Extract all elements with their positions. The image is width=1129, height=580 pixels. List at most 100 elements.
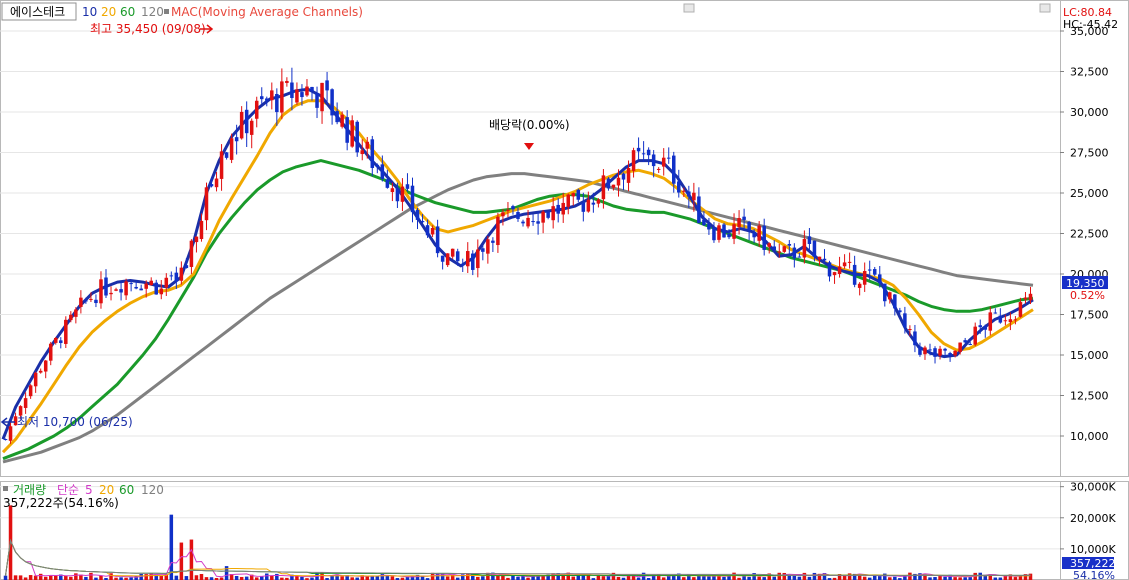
- candle-body: [692, 192, 696, 201]
- candle-body: [928, 349, 932, 351]
- candle-body: [511, 206, 515, 210]
- candle-body: [888, 292, 892, 300]
- volume-bar: [511, 575, 515, 580]
- volume-bar: [189, 539, 194, 580]
- candle-body: [541, 211, 545, 223]
- candle-body: [199, 220, 204, 240]
- candle-body: [179, 267, 184, 281]
- vol-ma5-legend: 5: [85, 483, 93, 497]
- candle-body: [526, 217, 530, 227]
- volume-bar: [194, 575, 199, 580]
- candle-body: [531, 221, 535, 223]
- vol-ma60-legend: 60: [119, 483, 134, 497]
- price-tick-label: 30,000: [1070, 106, 1109, 119]
- candle-body: [124, 281, 128, 296]
- window-option-button[interactable]: [683, 3, 695, 13]
- candle-body: [802, 239, 807, 258]
- candle-body: [993, 312, 998, 314]
- candle-body: [204, 187, 209, 221]
- candle-body: [234, 137, 239, 142]
- candle-body: [1028, 293, 1033, 301]
- candle-body: [707, 224, 711, 230]
- candle-body: [797, 256, 802, 258]
- stock-name: 에이스테크: [10, 5, 65, 19]
- volume-bar: [99, 575, 103, 580]
- candle-body: [842, 262, 847, 267]
- candle-body: [908, 329, 912, 331]
- candle-body: [491, 240, 495, 243]
- volume-bar: [445, 576, 450, 580]
- candle-body: [1013, 319, 1018, 321]
- candle-body: [275, 93, 279, 113]
- candle-body: [576, 189, 581, 200]
- candle-body: [365, 141, 370, 149]
- volume-bar: [13, 575, 18, 580]
- candle-body: [651, 154, 656, 167]
- candle-body: [988, 312, 993, 331]
- volume-bar: [234, 575, 239, 580]
- candle-body: [189, 240, 194, 267]
- volume-current-value: 357,222주(54.16%): [3, 496, 119, 510]
- candle-body: [244, 109, 249, 134]
- price-tick-label: 22,500: [1070, 228, 1109, 241]
- price-tick-label: 17,500: [1070, 309, 1109, 322]
- candle-body: [450, 248, 455, 257]
- window-option-button[interactable]: [1039, 3, 1051, 13]
- volume-bar: [787, 575, 792, 580]
- volume-bar: [265, 573, 269, 580]
- candle-body: [109, 292, 113, 295]
- candle-body: [943, 348, 947, 351]
- candle-body: [405, 184, 410, 189]
- candle-body: [857, 283, 862, 288]
- candle-body: [410, 185, 415, 213]
- candle-body: [581, 202, 586, 212]
- volume-bar: [159, 575, 164, 580]
- candle-body: [747, 221, 751, 231]
- candle-body: [350, 120, 354, 147]
- candle-body: [953, 350, 957, 356]
- candle-body: [682, 190, 686, 192]
- volume-bar: [179, 542, 184, 580]
- candle-body: [521, 221, 525, 224]
- dividend-label: 배당락(0.00%): [489, 118, 570, 132]
- volume-bar: [732, 572, 736, 580]
- hc-label: HC:-45.42: [1063, 18, 1118, 31]
- candle-body: [149, 280, 153, 286]
- candle-body: [285, 80, 289, 83]
- candle-body: [53, 337, 58, 343]
- candle-body: [913, 331, 917, 346]
- volume-bar: [847, 573, 852, 580]
- candle-body: [265, 98, 269, 101]
- candle-body: [656, 168, 661, 170]
- volume-bar: [275, 573, 279, 580]
- candle-body: [963, 340, 967, 343]
- candle-body: [536, 221, 540, 224]
- candle-body: [872, 269, 877, 275]
- candle-body: [687, 191, 691, 197]
- candle-body: [280, 81, 284, 113]
- volume-bar: [53, 575, 58, 580]
- volume-bar: [717, 576, 721, 580]
- candle-body: [641, 153, 646, 155]
- volume-bar: [89, 572, 93, 580]
- volume-bar: [390, 576, 395, 580]
- candle-body: [315, 93, 319, 108]
- volume-tick-label: 30,000K: [1070, 481, 1116, 494]
- volume-bar: [330, 576, 334, 580]
- candle-body: [777, 251, 782, 253]
- candle-body: [923, 347, 927, 355]
- candle-body: [898, 310, 902, 313]
- candle-body: [425, 225, 430, 236]
- candle-body: [340, 114, 344, 127]
- candle-body: [33, 372, 38, 387]
- candle-body: [375, 164, 380, 167]
- candle-body: [184, 265, 189, 269]
- candle-body: [732, 224, 736, 239]
- candle-body: [1023, 297, 1028, 300]
- candle-body: [460, 264, 465, 266]
- candle-body: [481, 248, 485, 252]
- candle-body: [983, 326, 988, 330]
- candle-body: [727, 234, 731, 238]
- volume-bar: [385, 575, 390, 580]
- candle-body: [737, 217, 741, 228]
